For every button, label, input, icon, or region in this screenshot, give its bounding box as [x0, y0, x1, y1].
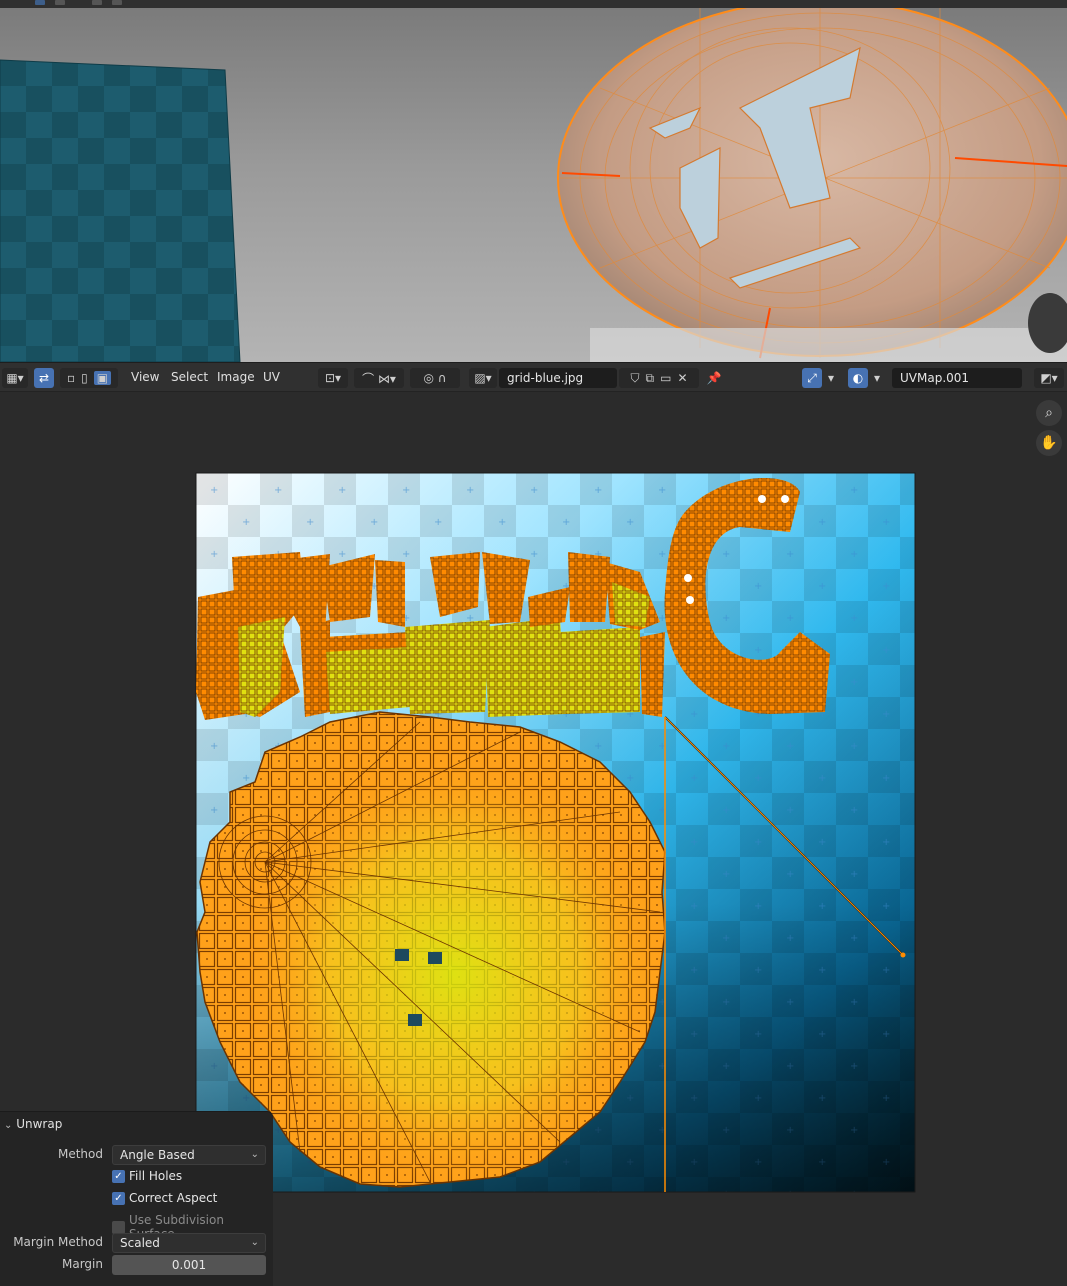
menu-image[interactable]: Image: [217, 370, 255, 384]
viewport-render: [0, 8, 1067, 362]
chevron-down-icon[interactable]: ▾: [870, 368, 884, 388]
uv-sticky-select-icon[interactable]: ⤢: [802, 368, 822, 388]
uv-editor-header: ▦▾ ⇄ ▫ ▯ ▣ View Select Image UV ⊡▾ ⌒ ⋈▾ …: [0, 362, 1067, 392]
menu-uv[interactable]: UV: [263, 370, 280, 384]
uv-sync-icon[interactable]: ⇄: [34, 368, 54, 388]
proportional-edit-icon[interactable]: ◎ ∩: [410, 368, 460, 388]
check-icon: ✓: [112, 1191, 125, 1205]
3d-viewport[interactable]: [0, 8, 1067, 362]
menu-select[interactable]: Select: [171, 370, 208, 384]
display-stretch-icon[interactable]: ◐: [848, 368, 868, 388]
face-select-icon[interactable]: ▣: [93, 371, 112, 385]
open-image-icon[interactable]: ▭: [660, 371, 671, 385]
margin-number-field[interactable]: 0.001: [112, 1255, 266, 1275]
fill-holes-checkbox[interactable]: ✓ Fill Holes: [112, 1169, 182, 1183]
unwrap-operator-panel: ⌄ Unwrap Method Angle Based ⌄ ✓ Fill Hol…: [0, 1111, 273, 1286]
pivot-icon[interactable]: ⊡▾: [318, 368, 348, 388]
mode-icon[interactable]: [35, 0, 45, 5]
checkbox-empty: [112, 1220, 125, 1234]
duplicate-image-icon[interactable]: ⧉: [646, 371, 655, 386]
select-mode-icon[interactable]: [92, 0, 102, 5]
window-top-strip: [0, 0, 1067, 8]
pin-icon[interactable]: 📌: [704, 368, 724, 388]
chevron-down-icon: ⌄: [250, 1237, 259, 1248]
check-icon: ✓: [112, 1169, 125, 1183]
vertex-select-icon[interactable]: ▫: [67, 371, 75, 385]
image-actions: ⛉ ⧉ ▭ ✕: [619, 368, 699, 388]
select-mode-group: ▫ ▯ ▣: [60, 368, 118, 388]
uv-map-field[interactable]: UVMap.001: [892, 368, 1022, 388]
menu-view[interactable]: View: [131, 370, 159, 384]
method-label: Method: [57, 1147, 103, 1161]
method-dropdown[interactable]: Angle Based ⌄: [112, 1145, 266, 1165]
chevron-down-icon: ⌄: [250, 1149, 259, 1160]
image-browse-icon[interactable]: ▨▾: [469, 368, 497, 388]
margin-label: Margin: [62, 1257, 103, 1271]
panel-title[interactable]: ⌄ Unwrap: [4, 1117, 62, 1131]
margin-method-label: Margin Method: [13, 1235, 103, 1249]
correct-aspect-checkbox[interactable]: ✓ Correct Aspect: [112, 1191, 217, 1205]
chevron-down-icon[interactable]: ▾: [824, 368, 838, 388]
fake-user-icon[interactable]: ⛉: [631, 371, 640, 386]
overlay-icon[interactable]: ◩▾: [1034, 368, 1064, 388]
snap-icon[interactable]: ⌒ ⋈▾: [354, 368, 404, 388]
hand-pan-icon[interactable]: ✋: [1036, 430, 1062, 456]
edge-select-icon[interactable]: ▯: [81, 371, 88, 385]
uv-vertex: [900, 952, 906, 958]
image-name-field[interactable]: grid-blue.jpg: [499, 368, 617, 388]
select-mode-icon[interactable]: [55, 0, 65, 5]
close-icon[interactable]: ✕: [677, 371, 687, 385]
chevron-down-icon: ⌄: [4, 1120, 13, 1131]
margin-method-dropdown[interactable]: Scaled ⌄: [112, 1233, 266, 1253]
editor-type-icon[interactable]: ▦▾: [2, 368, 28, 388]
zoom-icon[interactable]: ⌕: [1036, 400, 1062, 426]
select-mode-icon[interactable]: [112, 0, 122, 5]
